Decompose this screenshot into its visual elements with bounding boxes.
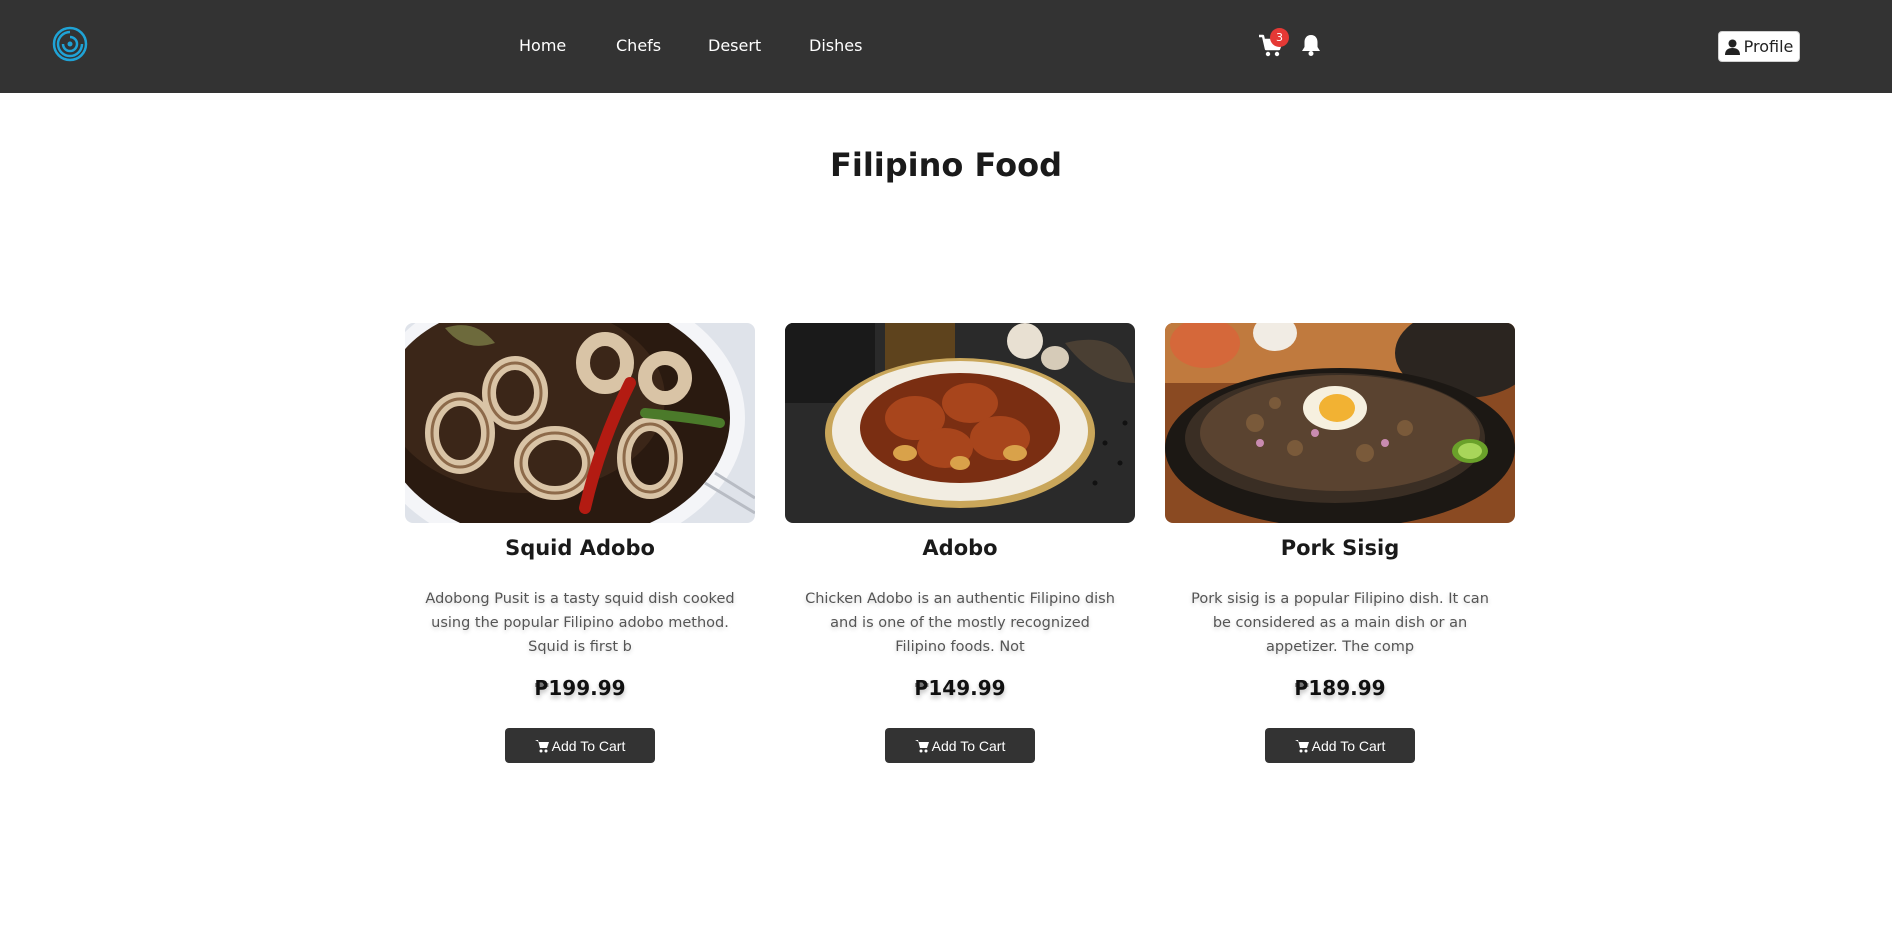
page-title: Filipino Food xyxy=(830,146,1062,184)
food-card-description: Chicken Adobo is an authentic Filipino d… xyxy=(805,591,1115,655)
add-to-cart-label: Add To Cart xyxy=(1311,737,1386,754)
add-to-cart-label: Add To Cart xyxy=(931,737,1006,754)
main-nav: Home Chefs Desert Dishes xyxy=(0,36,1892,60)
shopping-cart-icon xyxy=(1294,739,1309,752)
bell-icon[interactable] xyxy=(1300,33,1322,57)
food-image-adobo xyxy=(785,323,1135,523)
food-card-title: Squid Adobo xyxy=(505,536,655,560)
food-card-description: Adobong Pusit is a tasty squid dish cook… xyxy=(425,591,735,655)
food-card-price: ₱199.99 xyxy=(534,676,626,700)
profile-label: Profile xyxy=(1743,37,1794,56)
shopping-cart-icon xyxy=(534,739,549,752)
food-image-squid-adobo xyxy=(405,323,755,523)
food-card-pork-sisig: Pork Sisig Pork sisig is a popular Filip… xyxy=(1165,323,1515,763)
food-card-adobo: Adobo Chicken Adobo is an authentic Fili… xyxy=(785,323,1135,763)
navbar: Home Chefs Desert Dishes 3 Profile xyxy=(0,0,1892,93)
add-to-cart-button[interactable]: Add To Cart xyxy=(1265,728,1415,763)
food-card-price: ₱149.99 xyxy=(914,676,1006,700)
user-icon xyxy=(1724,39,1740,55)
add-to-cart-label: Add To Cart xyxy=(551,737,626,754)
add-to-cart-button[interactable]: Add To Cart xyxy=(505,728,655,763)
food-image-pork-sisig xyxy=(1165,323,1515,523)
food-card-squid-adobo: Squid Adobo Adobong Pusit is a tasty squ… xyxy=(405,323,755,763)
nav-link-dishes[interactable]: Dishes xyxy=(809,36,862,55)
nav-link-home[interactable]: Home xyxy=(519,36,566,55)
nav-link-chefs[interactable]: Chefs xyxy=(616,36,661,55)
food-card-title: Adobo xyxy=(922,536,998,560)
food-card-description: Pork sisig is a popular Filipino dish. I… xyxy=(1191,591,1489,655)
food-card-price: ₱189.99 xyxy=(1294,676,1386,700)
add-to-cart-button[interactable]: Add To Cart xyxy=(885,728,1035,763)
cart-count-badge: 3 xyxy=(1270,28,1289,47)
food-card-title: Pork Sisig xyxy=(1280,536,1400,560)
profile-button[interactable]: Profile xyxy=(1718,31,1800,62)
nav-link-desert[interactable]: Desert xyxy=(708,36,761,55)
shopping-cart-icon xyxy=(914,739,929,752)
